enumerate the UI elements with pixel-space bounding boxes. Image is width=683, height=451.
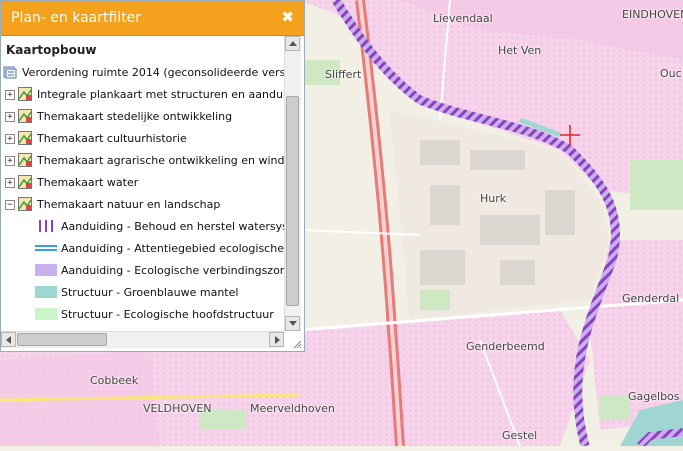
map-label-genderbeemd: Genderbeemd [466, 340, 545, 353]
layer-row-natuur-en-landschap[interactable]: − Themakaart natuur en landschap [5, 195, 284, 215]
legend-label: Structuur - Ecologische hoofdstructuur [61, 308, 274, 321]
arrow-up-icon [289, 41, 297, 46]
layer-row-cultuurhistorie[interactable]: + Themakaart cultuurhistorie [5, 129, 284, 149]
layer-row-integrale-plankaart[interactable]: + Integrale plankaart met structuren en … [5, 85, 284, 105]
map-label-hurk: Hurk [480, 192, 507, 205]
layer-label: Themakaart stedelijke ontwikkeling [37, 110, 233, 123]
scroll-right-button[interactable] [269, 332, 284, 347]
map-label-gestel: Gestel [502, 429, 538, 442]
layer-icon [18, 175, 32, 189]
plan-filter-panel: Plan- en kaartfilter ✖ Kaartopbouw Veror… [0, 0, 305, 352]
expand-icon[interactable]: + [5, 112, 15, 122]
map-label-meerveldhoven: Meerveldhoven [250, 402, 335, 415]
map-label-genderdal: Genderdal [622, 292, 680, 305]
vertical-scrollbar[interactable] [284, 36, 301, 331]
tree-root-label: Verordening ruimte 2014 (geconsolideerde… [22, 66, 284, 79]
resize-grip-icon[interactable] [292, 339, 302, 349]
panel-header[interactable]: Plan- en kaartfilter ✖ [1, 1, 304, 36]
map-label-veldhoven: VELDHOVEN [143, 402, 212, 415]
close-icon[interactable]: ✖ [281, 8, 294, 26]
teal-fill-icon [35, 286, 57, 298]
layer-label: Themakaart agrarische ontwikkeling en wi… [37, 154, 284, 167]
layer-row-agrarische-ontwikkeling[interactable]: + Themakaart agrarische ontwikkeling en … [5, 151, 284, 171]
map-label-cobbeek: Cobbeek [90, 374, 139, 387]
collapse-icon[interactable]: − [5, 200, 15, 210]
layer-label: Themakaart cultuurhistorie [37, 132, 187, 145]
layer-label: Themakaart water [37, 176, 139, 189]
map-label-gagelbos: Gagelbos [628, 390, 680, 403]
panel-title: Plan- en kaartfilter [11, 10, 142, 26]
legend-item-attentiegebied: Aanduiding - Attentiegebied ecologische … [35, 239, 284, 259]
purple-hatch-icon [39, 220, 53, 232]
expand-icon[interactable]: + [5, 134, 15, 144]
vertical-scroll-thumb[interactable] [286, 96, 299, 306]
layer-label: Themakaart natuur en landschap [37, 198, 221, 211]
tree-root-row[interactable]: Verordening ruimte 2014 (geconsolideerde… [3, 63, 284, 83]
scroll-left-button[interactable] [1, 332, 16, 347]
expand-icon[interactable]: + [5, 90, 15, 100]
arrow-down-icon [289, 321, 297, 326]
map-label-lievendaal: Lievendaal [433, 12, 493, 25]
legend-label: Structuur - Groenblauwe mantel [61, 286, 239, 299]
map-label-ouc: Ouc [660, 67, 682, 80]
scroll-down-button[interactable] [285, 316, 300, 331]
legend-item-groenblauwe-mantel: Structuur - Groenblauwe mantel [35, 283, 284, 303]
arrow-left-icon [6, 336, 11, 344]
scroll-up-button[interactable] [285, 36, 300, 51]
blue-double-line-icon [35, 245, 57, 251]
legend-item-behoud-herstel: Aanduiding - Behoud en herstel watersyst… [35, 217, 284, 237]
layer-label: Integrale plankaart met structuren en aa… [37, 88, 284, 101]
layer-icon [18, 109, 32, 123]
arrow-right-icon [275, 336, 280, 344]
map-document-icon [3, 66, 17, 79]
layer-icon [18, 153, 32, 167]
horizontal-scrollbar[interactable] [1, 331, 284, 348]
expand-icon[interactable]: + [5, 178, 15, 188]
layer-icon [18, 197, 32, 211]
legend-item-hoofdstructuur: Structuur - Ecologische hoofdstructuur [35, 305, 284, 325]
layer-row-stedelijke-ontwikkeling[interactable]: + Themakaart stedelijke ontwikkeling [5, 107, 284, 127]
legend-label: Aanduiding - Behoud en herstel watersyst… [61, 220, 284, 233]
expand-icon[interactable]: + [5, 156, 15, 166]
layer-tree: Kaartopbouw Verordening ruimte 2014 (gec… [1, 36, 284, 331]
section-heading: Kaartopbouw [6, 43, 97, 57]
lavender-fill-icon [35, 264, 57, 276]
legend-label: Aanduiding - Ecologische verbindingszone [61, 264, 284, 277]
layer-row-water[interactable]: + Themakaart water [5, 173, 284, 193]
map-label-eindhoven: EINDHOVEN [622, 8, 683, 21]
light-green-fill-icon [35, 308, 57, 320]
layer-icon [18, 131, 32, 145]
horizontal-scroll-thumb[interactable] [17, 333, 107, 346]
legend-label: Aanduiding - Attentiegebied ecologische … [61, 242, 284, 255]
map-label-het-ven: Het Ven [498, 44, 542, 57]
map-label-sliffert: Sliffert [325, 68, 362, 81]
layer-icon [18, 87, 32, 101]
legend-item-verbindingszone: Aanduiding - Ecologische verbindingszone [35, 261, 284, 281]
